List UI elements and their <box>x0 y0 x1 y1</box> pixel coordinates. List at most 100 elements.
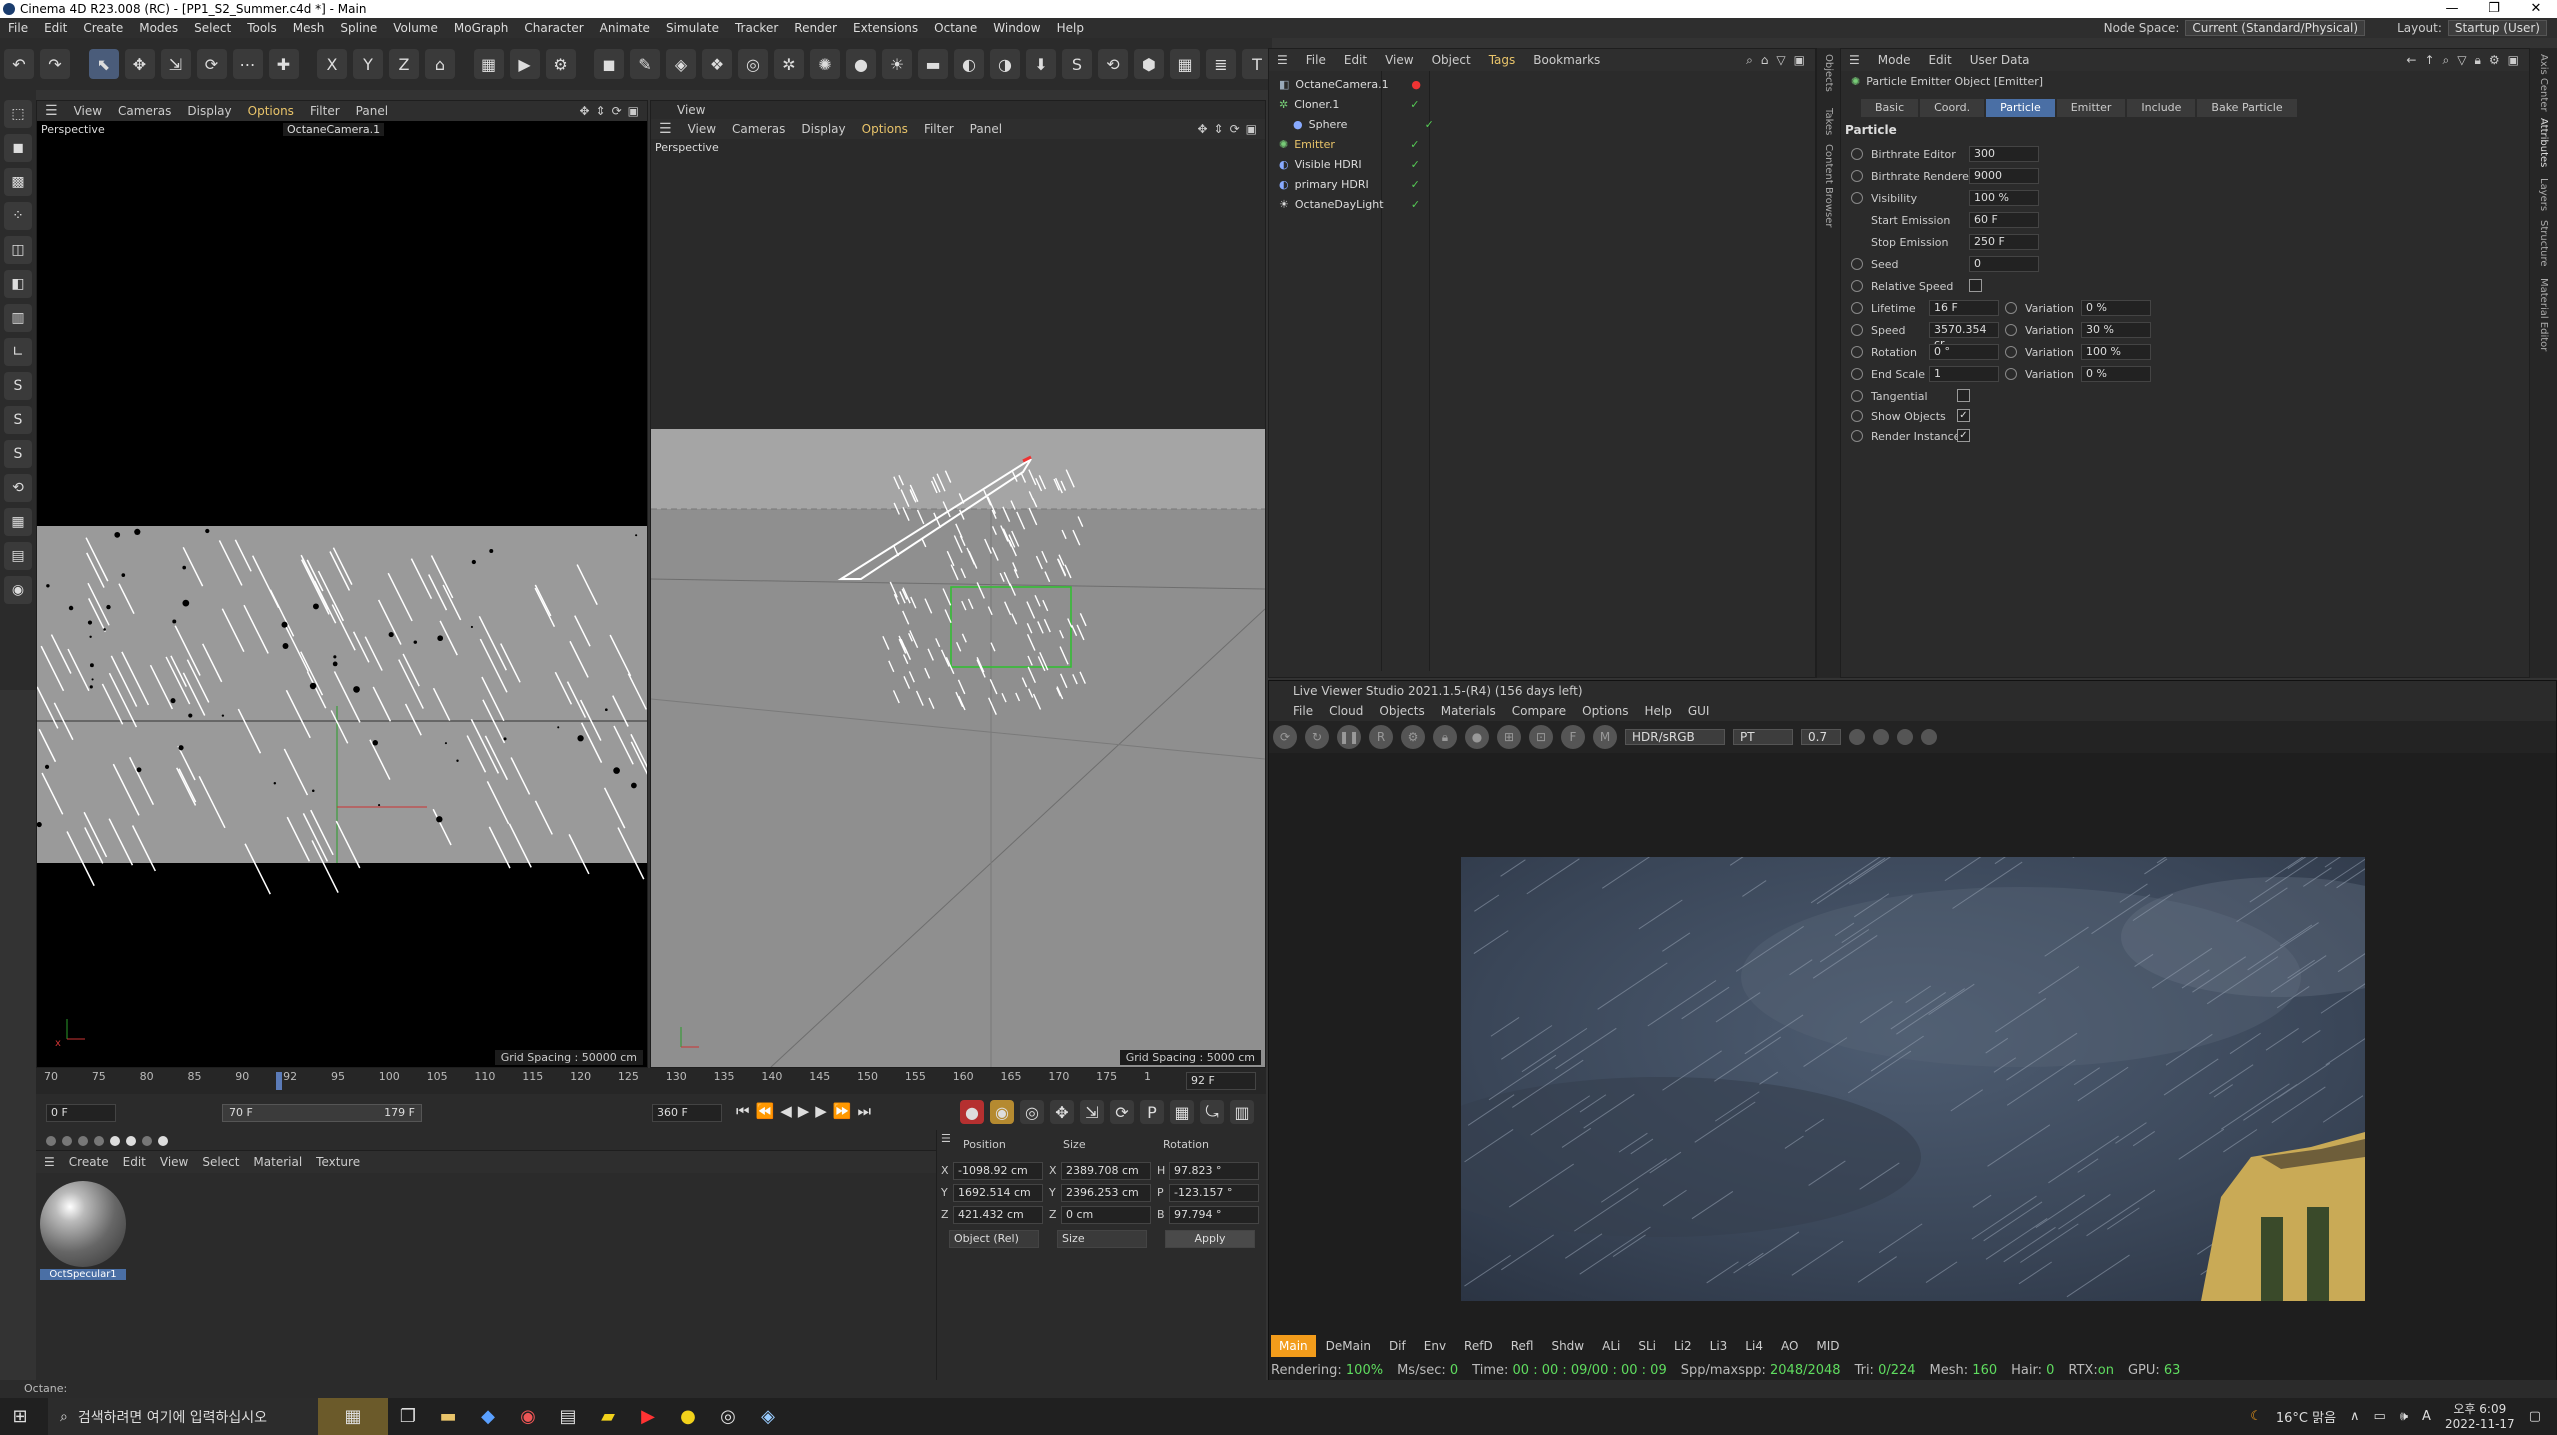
anim-radio[interactable] <box>1851 170 1863 182</box>
render-settings-icon[interactable]: ⚙ <box>545 49 576 79</box>
stop-emission-field[interactable]: 250 F <box>1969 234 2039 250</box>
menu-spline[interactable]: Spline <box>332 21 385 35</box>
tab-bake-particle[interactable]: Bake Particle <box>2197 99 2297 117</box>
checkmark-icon[interactable]: ✓ <box>1410 138 1419 151</box>
checkmark-icon[interactable]: ✓ <box>1410 98 1419 111</box>
side-tab-material-editor[interactable]: Material Editor <box>2538 278 2549 351</box>
settings-icon[interactable]: ⚙ <box>1401 725 1425 749</box>
filter-dot-icon[interactable] <box>62 1136 72 1146</box>
up-arrow-icon[interactable]: ↑ <box>2424 53 2434 68</box>
close-button[interactable]: ✕ <box>2515 0 2557 18</box>
tab-include[interactable]: Include <box>2127 99 2196 117</box>
settings-icon[interactable]: ⚙ <box>2489 53 2500 68</box>
mat-menu-texture[interactable]: Texture <box>316 1155 360 1169</box>
uv-mode-icon[interactable]: ▥ <box>4 304 32 332</box>
anim-radio[interactable] <box>1851 410 1863 422</box>
attr-menu-mode[interactable]: Mode <box>1878 53 1911 67</box>
pass-li4[interactable]: Li4 <box>1737 1335 1771 1357</box>
pass-ao[interactable]: AO <box>1773 1335 1806 1357</box>
z-axis-icon[interactable]: Z <box>389 49 419 79</box>
filter-dot-icon[interactable] <box>142 1136 152 1146</box>
obj-menu-edit[interactable]: Edit <box>1344 53 1367 67</box>
node-space-dropdown[interactable]: Current (Standard/Physical) <box>2185 20 2366 36</box>
pan-icon[interactable]: ✥ <box>579 104 589 118</box>
vp-menu-panel[interactable]: Panel <box>970 122 1002 136</box>
youtube-icon[interactable]: ▶ <box>628 1398 668 1435</box>
anim-radio[interactable] <box>1851 280 1863 292</box>
playhead[interactable] <box>276 1072 282 1090</box>
sticky-notes-icon[interactable]: ▰ <box>588 1398 628 1435</box>
filter-dot-icon[interactable] <box>94 1136 104 1146</box>
lv-menu-compare[interactable]: Compare <box>1512 704 1566 718</box>
app-pin-icon[interactable]: ◆ <box>468 1398 508 1435</box>
menu-mesh[interactable]: Mesh <box>285 21 333 35</box>
anim-radio[interactable] <box>1851 302 1863 314</box>
filter-dot-icon[interactable] <box>78 1136 88 1146</box>
menu-hamburger-icon[interactable]: ☰ <box>44 1155 55 1169</box>
menu-animate[interactable]: Animate <box>592 21 658 35</box>
obj-menu-view[interactable]: View <box>1385 53 1413 67</box>
snapshot-icon[interactable] <box>1897 729 1913 745</box>
pass-env[interactable]: Env <box>1416 1335 1454 1357</box>
prev-frame-icon[interactable]: ◀ <box>780 1102 792 1120</box>
key-pla-icon[interactable]: ▦ <box>1170 1100 1194 1124</box>
pass-refl[interactable]: Refl <box>1503 1335 1542 1357</box>
birthrate-renderer-field[interactable]: 9000 <box>1969 168 2039 184</box>
apply-button[interactable]: Apply <box>1165 1230 1255 1248</box>
menu-hamburger-icon[interactable]: ☰ <box>941 1132 951 1145</box>
file-explorer-icon[interactable]: ▬ <box>428 1398 468 1435</box>
anim-radio[interactable] <box>2005 324 2017 336</box>
color-mode-dropdown[interactable]: HDR/sRGB <box>1625 729 1725 745</box>
speed-field[interactable]: 3570.354 cr <box>1929 322 1999 350</box>
orbit-icon[interactable]: ⟳ <box>612 104 622 118</box>
end-scale-field[interactable]: 1 <box>1929 366 1999 382</box>
pass-main[interactable]: Main <box>1271 1335 1316 1357</box>
menu-hamburger-icon[interactable]: ☰ <box>659 121 672 137</box>
render-image[interactable] <box>1461 857 2365 1301</box>
prev-key-icon[interactable]: ⏪ <box>756 1102 775 1120</box>
menu-tracker[interactable]: Tracker <box>727 21 786 35</box>
side-tab-content-browser[interactable]: Content Browser <box>1823 144 1834 227</box>
pass-li2[interactable]: Li2 <box>1666 1335 1700 1357</box>
send-scene-icon[interactable]: ⟳ <box>1273 725 1297 749</box>
go-to-end-icon[interactable]: ⏭ <box>858 1102 872 1120</box>
side-tab-structure[interactable]: Structure <box>2538 220 2549 267</box>
orbit-icon[interactable]: ⟳ <box>1230 122 1240 136</box>
y-axis-icon[interactable]: Y <box>353 49 383 79</box>
vp-menu-filter[interactable]: Filter <box>924 122 954 136</box>
model-mode-icon[interactable]: ◼ <box>4 134 32 162</box>
kernel-dropdown[interactable]: PT <box>1733 729 1793 745</box>
new-window-icon[interactable]: ▣ <box>1794 53 1805 68</box>
tray-chevron-icon[interactable]: ∧ <box>2350 1409 2360 1424</box>
pause-render-icon[interactable]: ❚❚ <box>1337 725 1361 749</box>
anim-radio[interactable] <box>1851 324 1863 336</box>
lv-menu-gui[interactable]: GUI <box>1688 704 1710 718</box>
windows-start-icon[interactable]: ⊞ <box>0 1398 40 1435</box>
rot-h-field[interactable]: 97.823 ° <box>1169 1162 1259 1180</box>
rotation-field[interactable]: 0 ° <box>1929 344 1999 360</box>
checkmark-icon[interactable]: ✓ <box>1425 118 1434 131</box>
network-icon[interactable]: ▭ <box>2374 1409 2386 1424</box>
menu-edit[interactable]: Edit <box>36 21 75 35</box>
search-icon[interactable]: ⌕ <box>1746 53 1753 68</box>
menu-modes[interactable]: Modes <box>131 21 186 35</box>
vp-menu-options[interactable]: Options <box>862 122 908 136</box>
rot-p-field[interactable]: -123.157 ° <box>1169 1184 1259 1202</box>
octane-arealight-icon[interactable]: ▬ <box>918 49 948 79</box>
pos-z-field[interactable]: 421.432 cm <box>953 1206 1043 1224</box>
rotation-variation-field[interactable]: 100 % <box>2081 344 2151 360</box>
key-rotation-icon[interactable]: ⟳ <box>1110 1100 1134 1124</box>
chrome-icon[interactable]: ◉ <box>508 1398 548 1435</box>
pos-x-field[interactable]: -1098.92 cm <box>953 1162 1043 1180</box>
coordinate-tool-icon[interactable]: ✚ <box>268 49 299 79</box>
pos-y-field[interactable]: 1692.514 cm <box>953 1184 1043 1202</box>
tab-basic[interactable]: Basic <box>1861 99 1919 117</box>
edges-mode-icon[interactable]: ◫ <box>4 236 32 264</box>
mat-menu-material[interactable]: Material <box>253 1155 302 1169</box>
size-z-field[interactable]: 0 cm <box>1061 1206 1151 1224</box>
pass-refd[interactable]: RefD <box>1456 1335 1501 1357</box>
octane-hdri-icon[interactable]: ◐ <box>954 49 984 79</box>
record-icon[interactable]: ● <box>960 1100 984 1124</box>
pass-mid[interactable]: MID <box>1808 1335 1847 1357</box>
layout-dropdown[interactable]: Startup (User) <box>2447 20 2547 36</box>
